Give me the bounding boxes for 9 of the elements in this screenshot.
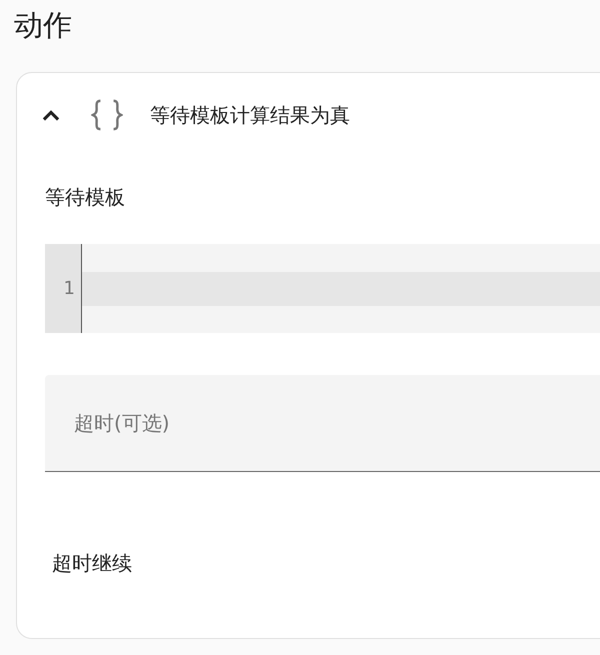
line-number: 1 xyxy=(62,277,76,301)
code-editor[interactable]: 1 xyxy=(45,244,600,333)
option-label: 超时继续 xyxy=(52,550,132,577)
timeout-field[interactable]: 超时(可选) xyxy=(45,375,600,472)
page-title: 动作 xyxy=(13,7,73,44)
action-title: 等待模板计算结果为真 xyxy=(150,102,350,128)
braces-icon xyxy=(91,99,123,131)
field-label: 等待模板 xyxy=(45,184,125,211)
collapse-icon[interactable] xyxy=(42,109,60,121)
